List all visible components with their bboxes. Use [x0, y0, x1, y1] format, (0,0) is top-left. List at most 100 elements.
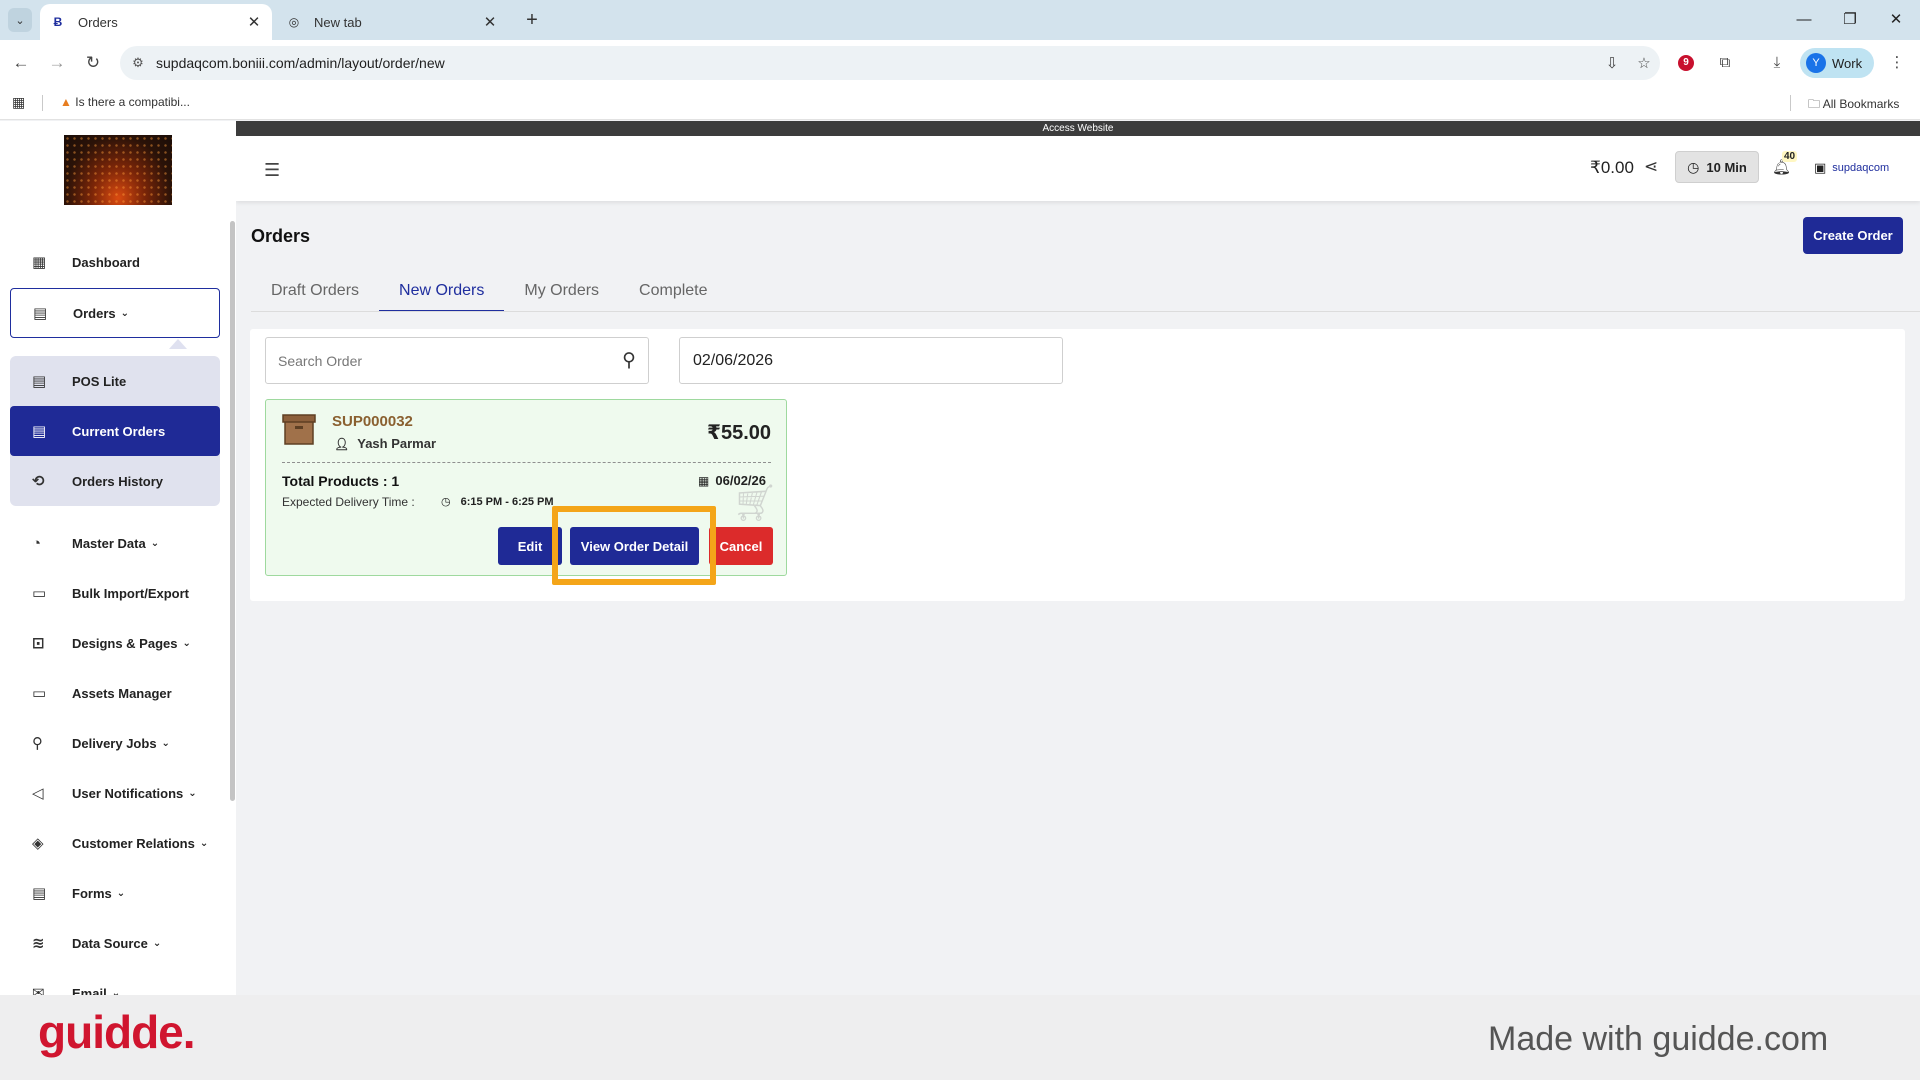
sidebar-item-label: Delivery Jobs: [72, 735, 157, 751]
bookmarks-divider: [42, 95, 43, 111]
close-tab-icon[interactable]: ✕: [482, 13, 498, 31]
profile-button[interactable]: Y Work: [1800, 48, 1874, 78]
sidebar-item-label: Master Data: [72, 535, 146, 551]
timer-label: 10 Min: [1706, 159, 1747, 175]
hamburger-menu-icon[interactable]: ☰: [264, 160, 280, 181]
tab-new-orders[interactable]: New Orders: [379, 270, 505, 312]
bookmark-item[interactable]: ▲ Is there a compatibi...: [60, 95, 190, 109]
date-filter-input[interactable]: 02/06/2026: [679, 337, 1063, 384]
sidebar-item-customer-relations[interactable]: ◈ Customer Relations ⌄: [10, 818, 220, 868]
handshake-icon: ◈: [32, 835, 44, 852]
browser-tab-orders[interactable]: Ƀ Orders ✕: [40, 4, 272, 40]
tab-complete[interactable]: Complete: [619, 270, 727, 312]
access-website-bar[interactable]: Access Website: [236, 121, 1920, 136]
sidebar-item-label: Forms: [72, 885, 112, 901]
share-icon[interactable]: ⋖: [1644, 157, 1658, 177]
reload-icon[interactable]: ↻: [80, 50, 106, 76]
sidebar-item-orders[interactable]: ▤ Orders ⌄: [10, 288, 220, 349]
customer-name-text: Yash Parmar: [357, 436, 437, 451]
chrome-icon: ◎: [288, 15, 300, 29]
sidebar-item-data-source[interactable]: ≋ Data Source ⌄: [10, 918, 220, 968]
delivery-time-label: Expected Delivery Time :: [282, 495, 415, 509]
sidebar-scrollbar[interactable]: [230, 221, 235, 801]
address-bar[interactable]: ⚙ supdaqcom.boniii.com/admin/layout/orde…: [120, 46, 1660, 80]
install-app-icon[interactable]: ⇩: [1596, 54, 1628, 72]
apps-grid-icon[interactable]: ▦: [12, 94, 25, 111]
chevron-down-icon: ⌄: [182, 637, 191, 649]
wallet-balance: ₹0.00: [1590, 158, 1634, 177]
all-bookmarks[interactable]: 🗀 All Bookmarks: [1808, 95, 1899, 116]
sidebar-item-master-data[interactable]: ◔ Master Data ⌄: [10, 518, 220, 568]
delivery-time-text: 6:15 PM - 6:25 PM: [460, 496, 554, 508]
sidebar-item-orders-history[interactable]: ⟲ Orders History: [10, 456, 220, 506]
tab-my-orders[interactable]: My Orders: [504, 270, 619, 312]
close-tab-icon[interactable]: ✕: [246, 13, 262, 31]
sidebar-item-designs-pages[interactable]: ⊡ Designs & Pages ⌄: [10, 618, 220, 668]
sidebar-item-assets-manager[interactable]: ▭ Assets Manager: [10, 668, 220, 718]
bookmarks-divider: [1790, 95, 1791, 111]
sidebar-item-dashboard[interactable]: ▦ Dashboard: [10, 237, 220, 287]
sidebar-item-label: Email: [72, 985, 107, 996]
kebab-menu-icon[interactable]: ⋮: [1884, 50, 1910, 76]
sidebar-item-user-notifications[interactable]: ◁ User Notifications ⌄: [10, 768, 220, 818]
sidebar-item-label: Dashboard: [72, 254, 140, 270]
downloads-icon[interactable]: ⤓: [1764, 50, 1790, 76]
site-info-icon[interactable]: ⚙: [120, 55, 156, 71]
designs-icon: ⊡: [32, 635, 45, 652]
sidebar-item-forms[interactable]: ▤ Forms ⌄: [10, 868, 220, 918]
new-tab-plus-icon[interactable]: +: [520, 8, 544, 32]
restore-icon[interactable]: ❐: [1834, 6, 1866, 34]
store-link[interactable]: ▣ supdaqcom: [1814, 160, 1889, 176]
browser-tab-new-tab[interactable]: ◎ New tab ✕: [276, 4, 508, 40]
step-highlight-box: [552, 506, 716, 585]
extension-badge-icon[interactable]: 9: [1678, 55, 1694, 71]
email-icon: ✉: [32, 985, 45, 995]
search-input[interactable]: [278, 352, 623, 369]
chevron-down-icon: ⌄: [116, 887, 126, 899]
history-icon: ⟲: [32, 473, 45, 490]
sidebar-item-email[interactable]: ✉ Email ⌄: [10, 968, 220, 995]
back-arrow-icon[interactable]: ←: [8, 50, 34, 76]
orders-icon: ▤: [33, 305, 48, 322]
calendar-icon: ▦: [698, 474, 710, 488]
minimize-icon[interactable]: —: [1788, 6, 1820, 34]
folder-icon: 🗀: [1808, 97, 1821, 111]
browser-toolbar: ← → ↻ ⚙ supdaqcom.boniii.com/admin/layou…: [0, 40, 1920, 86]
sidebar-item-label: Designs & Pages: [72, 635, 178, 651]
cancel-button[interactable]: Cancel: [709, 527, 773, 565]
tab-title: Orders: [78, 14, 118, 30]
guidde-logo: guidde.: [38, 1006, 196, 1058]
sidebar-item-delivery-jobs[interactable]: ⚲ Delivery Jobs ⌄: [10, 718, 220, 768]
forward-arrow-icon[interactable]: →: [44, 50, 70, 76]
sidebar-item-current-orders[interactable]: ▤ Current Orders: [10, 406, 220, 456]
current-orders-icon: ▤: [32, 423, 47, 440]
create-order-button[interactable]: Create Order: [1803, 217, 1903, 254]
store-name: supdaqcom: [1832, 162, 1890, 174]
megaphone-icon: ◁: [32, 785, 44, 802]
sidebar-item-bulk-import-export[interactable]: ▭ Bulk Import/Export: [10, 568, 220, 618]
page-title: Orders: [251, 226, 311, 246]
delivery-timer-button[interactable]: ◷ 10 Min: [1675, 151, 1759, 183]
brand-logo-image[interactable]: [64, 135, 172, 205]
bookmark-star-icon[interactable]: ☆: [1628, 54, 1660, 72]
bookmark-label: Is there a compatibi...: [75, 95, 190, 109]
all-bookmarks-label: All Bookmarks: [1822, 97, 1900, 111]
tab-search-chevron-icon[interactable]: ⌄: [8, 8, 32, 32]
search-order-field[interactable]: ⚲: [265, 337, 649, 384]
bookmark-favicon-icon: ▲: [60, 95, 72, 109]
sidebar: ▦ Dashboard ▤ Orders ⌄ ▤ POS Lite ▤ Curr…: [0, 121, 236, 995]
search-icon[interactable]: ⚲: [622, 349, 636, 372]
order-id[interactable]: SUP000032: [332, 413, 413, 430]
avatar: Y: [1806, 53, 1826, 73]
sidebar-item-pos-lite[interactable]: ▤ POS Lite: [10, 356, 220, 406]
sidebar-item-label: Data Source: [72, 935, 148, 951]
sidebar-item-label: User Notifications: [72, 785, 184, 801]
tab-draft-orders[interactable]: Draft Orders: [251, 270, 379, 312]
person-icon: 👤︎: [334, 437, 350, 451]
notification-count-badge: 40: [1782, 151, 1798, 162]
order-amount: ₹55.00: [707, 422, 771, 444]
window-close-icon[interactable]: ✕: [1880, 6, 1912, 34]
chevron-down-icon: ⌄: [161, 737, 170, 749]
extensions-puzzle-icon[interactable]: ⧉: [1712, 50, 1738, 76]
chevron-down-icon: ⌄: [150, 537, 160, 549]
